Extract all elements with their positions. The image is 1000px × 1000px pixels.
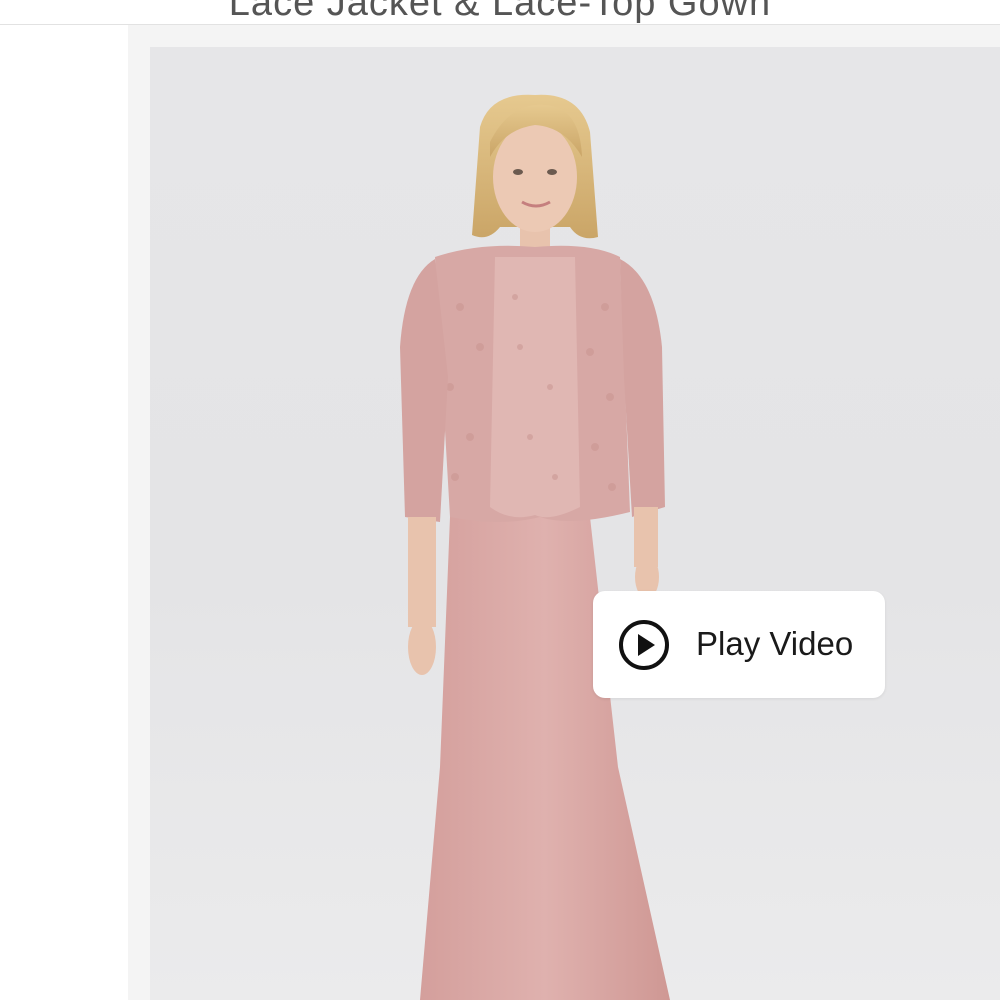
product-image bbox=[400, 94, 670, 1000]
play-video-label: Play Video bbox=[696, 625, 854, 662]
product-title-bar: Lace Jacket & Lace-Top Gown bbox=[0, 0, 1000, 25]
product-page: Lace Jacket & Lace-Top Gown Play Video bbox=[0, 0, 1000, 1000]
play-video-button[interactable]: Play Video bbox=[593, 591, 885, 698]
play-circle-icon bbox=[619, 620, 669, 670]
gallery-top-strip bbox=[150, 25, 1000, 47]
product-title: Lace Jacket & Lace-Top Gown bbox=[228, 0, 772, 24]
product-video-player[interactable]: Play Video bbox=[150, 47, 1000, 1000]
gallery-gutter bbox=[128, 25, 150, 1000]
